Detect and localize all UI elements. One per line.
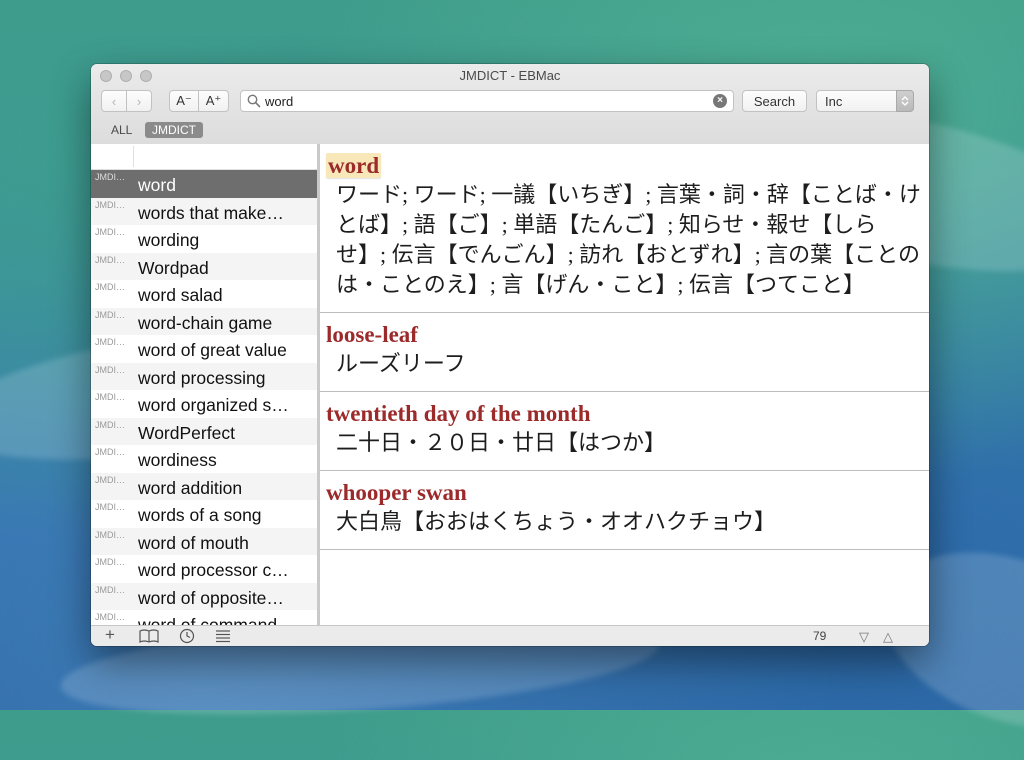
list-item-source: JMDI… <box>95 584 125 595</box>
font-increase-button[interactable]: A⁺ <box>198 90 229 112</box>
list-item-source: JMDI… <box>95 612 125 622</box>
search-mode-select[interactable]: Inc <box>816 90 914 112</box>
entry-divider <box>320 549 929 550</box>
search-icon <box>247 94 261 108</box>
list-item-label: word addition <box>138 477 243 498</box>
next-result-icon[interactable]: ▽ <box>859 629 869 645</box>
clear-search-icon[interactable]: × <box>713 94 727 108</box>
entry-headword[interactable]: whooper swan <box>326 480 467 505</box>
list-item-source: JMDI… <box>95 474 125 485</box>
list-item[interactable]: JMDI… word organized s… <box>91 390 317 418</box>
status-bar: + 79 ▽ △ <box>91 625 929 646</box>
entry-headword[interactable]: loose-leaf <box>326 322 418 347</box>
list-item[interactable]: JMDI… word of great value <box>91 335 317 363</box>
list-item[interactable]: JMDI… word processing <box>91 362 317 390</box>
search-input[interactable] <box>265 92 705 110</box>
search-button[interactable]: Search <box>742 90 807 112</box>
list-item[interactable]: JMDI… WordPerfect <box>91 417 317 445</box>
font-decrease-button[interactable]: A⁻ <box>169 90 199 112</box>
list-item[interactable]: JMDI… wording <box>91 225 317 253</box>
list-item[interactable]: JMDI… Wordpad <box>91 252 317 280</box>
history-clock-icon[interactable] <box>179 628 195 644</box>
list-item[interactable]: JMDI… word of command <box>91 610 317 625</box>
list-item[interactable]: JMDI… word addition <box>91 472 317 500</box>
font-increase-label: A⁺ <box>205 93 222 108</box>
list-item-label: words that make… <box>138 202 284 223</box>
list-item[interactable]: JMDI… word <box>91 170 317 198</box>
back-button[interactable]: ‹ <box>101 90 127 112</box>
select-stepper-icon <box>896 90 914 112</box>
list-item-source: JMDI… <box>95 392 125 402</box>
list-item[interactable]: JMDI… word-chain game <box>91 307 317 335</box>
entry-headword[interactable]: twentieth day of the month <box>326 401 591 426</box>
list-item[interactable]: JMDI… words of a song <box>91 500 317 528</box>
list-item-label: wordiness <box>138 450 217 470</box>
search-button-label: Search <box>753 93 796 109</box>
list-item-source: JMDI… <box>95 309 125 320</box>
list-item-source: JMDI… <box>95 529 125 540</box>
list-icon[interactable] <box>215 629 231 643</box>
tab-all[interactable]: ALL <box>104 122 139 138</box>
list-item-label: word of opposite… <box>138 587 284 608</box>
search-mode-value: Inc <box>825 94 843 109</box>
entry-definition: 大白鳥【おおはくちょう・オオハクチョウ】 <box>336 509 777 534</box>
definition-pane[interactable]: word ワード; ワード; 一議【いちぎ】; 言葉・詞・辞【ことば・けとば】;… <box>320 144 929 625</box>
list-item-source: JMDI… <box>95 172 125 182</box>
entry: twentieth day of the month 二十日・２０日・廿日【はつ… <box>320 392 929 470</box>
list-item-source: JMDI… <box>95 557 125 567</box>
entry: word ワード; ワード; 一議【いちぎ】; 言葉・詞・辞【ことば・けとば】;… <box>320 144 929 312</box>
list-item-source: JMDI… <box>95 282 125 292</box>
result-count: 79 <box>813 629 827 643</box>
list-item-source: JMDI… <box>95 447 125 457</box>
previous-result-icon[interactable]: △ <box>883 629 893 645</box>
list-item-label: Wordpad <box>138 257 209 278</box>
tab-jmdict[interactable]: JMDICT <box>145 122 203 138</box>
entry-definition: ルーズリーフ <box>336 351 466 376</box>
column-divider <box>133 146 134 167</box>
list-item[interactable]: JMDI… wordiness <box>91 445 317 473</box>
results-rows: JMDI… word JMDI… words that make… JMDI… wor… <box>91 170 317 625</box>
forward-button[interactable]: › <box>126 90 152 112</box>
search-field[interactable]: × <box>240 90 734 112</box>
list-item-label: WordPerfect <box>138 422 235 443</box>
chevron-left-icon: ‹ <box>111 93 117 109</box>
list-item-source: JMDI… <box>95 337 125 347</box>
list-item-label: word of great value <box>138 340 287 360</box>
add-icon[interactable]: + <box>105 626 115 643</box>
book-icon[interactable] <box>139 629 159 643</box>
app-window: JMDICT - EBMac ‹ › A⁻ A⁺ × Search Inc <box>91 64 929 646</box>
list-item-source: JMDI… <box>95 199 125 210</box>
list-item-label: words of a song <box>138 505 262 525</box>
list-item-label: word <box>138 175 176 195</box>
entry: loose-leaf ルーズリーフ <box>320 313 929 391</box>
list-item-label: word organized s… <box>138 395 289 415</box>
font-decrease-label: A⁻ <box>176 93 192 108</box>
list-item-label: word-chain game <box>138 312 273 333</box>
list-item[interactable]: JMDI… word of mouth <box>91 527 317 555</box>
list-item[interactable]: JMDI… word of opposite… <box>91 582 317 610</box>
list-item-label: word of command <box>138 615 278 625</box>
results-list-header <box>91 144 317 170</box>
list-item[interactable]: JMDI… words that make… <box>91 197 317 225</box>
list-item-label: word of mouth <box>138 532 249 553</box>
results-list[interactable]: JMDI… word JMDI… words that make… JMDI… wor… <box>91 144 320 625</box>
list-item-label: word salad <box>138 285 223 305</box>
entry: whooper swan 大白鳥【おおはくちょう・オオハクチョウ】 <box>320 471 929 549</box>
list-item-source: JMDI… <box>95 502 125 512</box>
list-item[interactable]: JMDI… word processor c… <box>91 555 317 583</box>
entry-headword[interactable]: word <box>326 153 382 178</box>
chevron-right-icon: › <box>136 93 142 109</box>
list-item-source: JMDI… <box>95 364 125 375</box>
list-item-source: JMDI… <box>95 227 125 237</box>
list-item-label: word processor c… <box>138 560 289 580</box>
window-title: JMDICT - EBMac <box>459 68 561 83</box>
list-item[interactable]: JMDI… word salad <box>91 280 317 308</box>
entry-definition: ワード; ワード; 一議【いちぎ】; 言葉・詞・辞【ことば・けとば】; 語【ご】… <box>336 182 921 297</box>
list-item-source: JMDI… <box>95 419 125 430</box>
list-item-source: JMDI… <box>95 254 125 265</box>
entry-definition: 二十日・２０日・廿日【はつか】 <box>336 430 667 455</box>
list-item-label: word processing <box>138 367 266 388</box>
list-item-label: wording <box>138 230 200 250</box>
